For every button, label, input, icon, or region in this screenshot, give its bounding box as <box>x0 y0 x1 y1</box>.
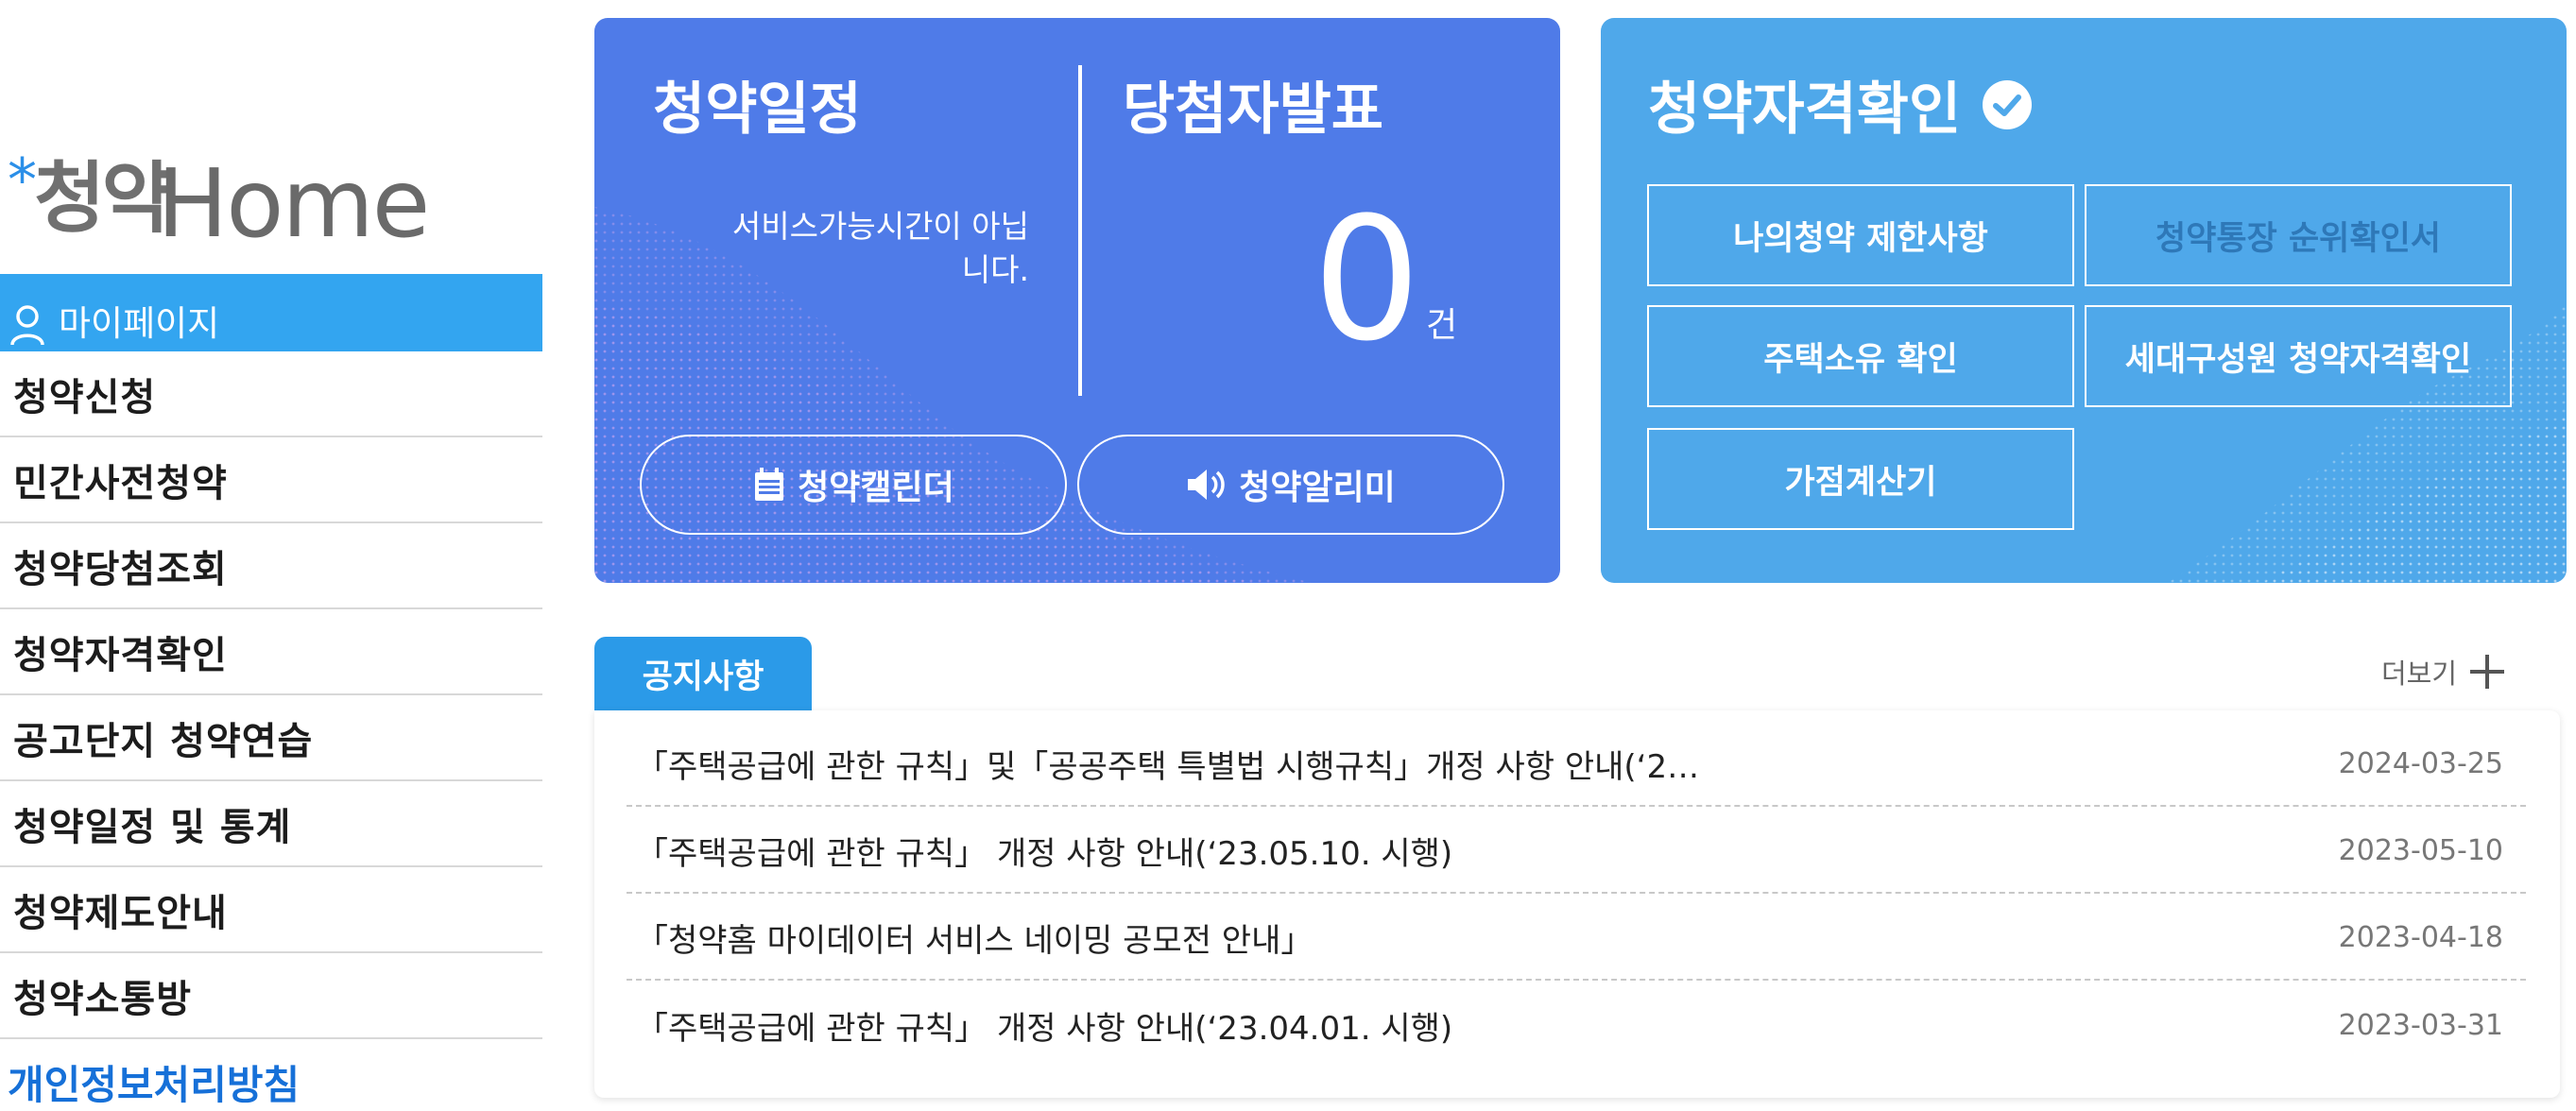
sidebar-menu: 청약신청 민간사전청약 청약당첨조회 청약자격확인 공고단지 청약연습 청약일정… <box>0 351 542 1039</box>
notice-title: 「주택공급에 관한 규칙」 개정 사항 안내(‘23.05.10. 시행) <box>636 834 1453 873</box>
sidebar-item-private-pre-subscription[interactable]: 민간사전청약 <box>0 437 542 523</box>
card-divider <box>1078 65 1082 396</box>
notice-date: 2023-04-18 <box>2338 920 2503 954</box>
sidebar-item-practice[interactable]: 공고단지 청약연습 <box>0 695 542 781</box>
site-logo[interactable]: * 청약 Home <box>8 145 430 255</box>
more-link[interactable]: 더보기 <box>2381 652 2506 692</box>
logo-star: * <box>8 145 37 214</box>
notice-date: 2024-03-25 <box>2338 746 2503 780</box>
notice-list: 「주택공급에 관한 규칙」및「공공주택 특별법 시행규칙」개정 사항 안내(‘2… <box>594 710 2560 1098</box>
notice-title: 「청약홈 마이데이터 서비스 네이밍 공모전 안내」 <box>636 921 1314 960</box>
alert-button[interactable]: 청약알리미 <box>1077 435 1504 535</box>
calendar-button[interactable]: 청약캘린더 <box>640 435 1067 535</box>
qualification-title-text: 청약자격확인 <box>1648 77 1962 143</box>
qualification-card: 청약자격확인 나의청약 제한사항 청약통장 순위확인서 주택소유 확인 세대구성… <box>1601 18 2567 583</box>
alert-button-label: 청약알리미 <box>1239 469 1396 507</box>
house-ownership-button[interactable]: 주택소유 확인 <box>1647 305 2074 407</box>
logo-korean-text: 청약 <box>34 154 173 244</box>
account-rank-certificate-button[interactable]: 청약통장 순위확인서 <box>2085 184 2512 286</box>
mypage-link[interactable]: 마이페이지 <box>0 274 542 351</box>
check-circle-icon <box>1983 79 2033 129</box>
service-time-message: 서비스가능시간이 아닙니다. <box>731 208 1029 288</box>
notice-row[interactable]: 「청약홈 마이데이터 서비스 네이밍 공모전 안내」 2023-04-18 <box>627 896 2526 981</box>
notice-title: 「주택공급에 관한 규칙」및「공공주택 특별법 시행규칙」개정 사항 안내(‘2… <box>636 747 1700 786</box>
schedule-card: 청약일정 당첨자발표 서비스가능시간이 아닙니다. 0 건 청약캘린더 청약알리… <box>594 18 1560 583</box>
notice-row[interactable]: 「주택공급에 관한 규칙」 개정 사항 안내(‘23.05.10. 시행) 20… <box>627 809 2526 894</box>
sidebar-item-schedule-stats[interactable]: 청약일정 및 통계 <box>0 781 542 867</box>
qualification-title: 청약자격확인 <box>1648 63 2033 145</box>
schedule-title: 청약일정 <box>653 77 862 143</box>
mypage-label: 마이페이지 <box>59 303 220 344</box>
speaker-icon <box>1188 470 1225 500</box>
user-icon <box>10 305 44 346</box>
privacy-policy-link[interactable]: 개인정보처리방침 <box>8 1053 300 1111</box>
notice-title: 「주택공급에 관한 규칙」 개정 사항 안내(‘23.04.01. 시행) <box>636 1009 1453 1048</box>
calendar-button-label: 청약캘린더 <box>798 469 954 507</box>
more-label: 더보기 <box>2381 658 2458 690</box>
notice-row[interactable]: 「주택공급에 관한 규칙」 개정 사항 안내(‘23.04.01. 시행) 20… <box>627 983 2526 1068</box>
notice-row[interactable]: 「주택공급에 관한 규칙」및「공공주택 특별법 시행규칙」개정 사항 안내(‘2… <box>627 722 2526 807</box>
plus-icon <box>2470 655 2505 689</box>
sidebar-item-winning-inquiry[interactable]: 청약당첨조회 <box>0 523 542 609</box>
sidebar-item-system-guide[interactable]: 청약제도안내 <box>0 867 542 953</box>
tab-notices[interactable]: 공지사항 <box>594 637 812 710</box>
winner-count: 0 <box>1313 181 1421 379</box>
sidebar-item-communication[interactable]: 청약소통방 <box>0 953 542 1039</box>
sidebar-item-qualification[interactable]: 청약자격확인 <box>0 609 542 695</box>
calendar-icon <box>755 468 784 501</box>
my-restrictions-button[interactable]: 나의청약 제한사항 <box>1647 184 2074 286</box>
winner-title: 당첨자발표 <box>1123 77 1383 143</box>
score-calculator-button[interactable]: 가점계산기 <box>1647 428 2074 530</box>
sidebar-item-apply[interactable]: 청약신청 <box>0 351 542 437</box>
logo-english-text: Home <box>157 148 430 259</box>
winner-count-unit: 건 <box>1426 306 1458 345</box>
notice-date: 2023-03-31 <box>2338 1008 2503 1042</box>
household-qualification-button[interactable]: 세대구성원 청약자격확인 <box>2085 305 2512 407</box>
notice-date: 2023-05-10 <box>2338 833 2503 867</box>
